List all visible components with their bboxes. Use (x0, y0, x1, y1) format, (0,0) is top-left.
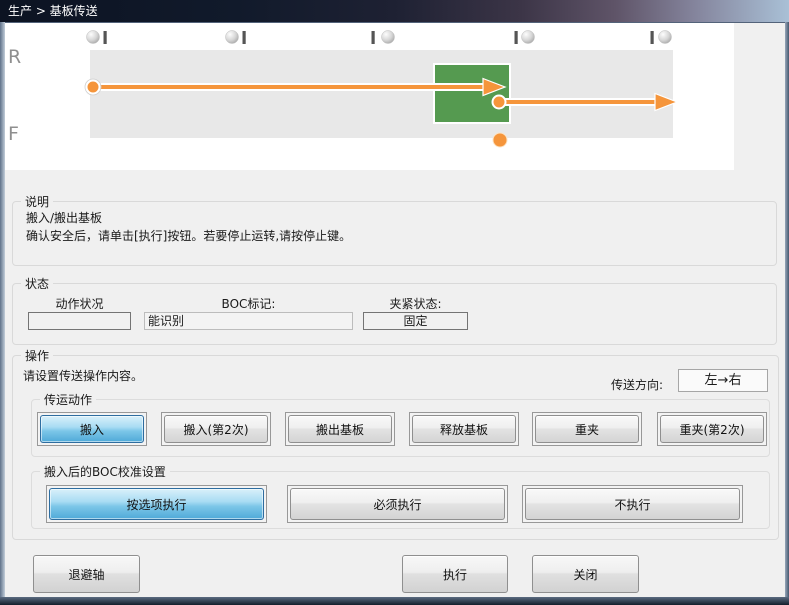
conveyor-diagram: R F (5, 23, 734, 170)
retract-axis-button[interactable]: 退避轴 (33, 555, 140, 593)
no-execute-button[interactable]: 不执行 (525, 488, 740, 520)
no-execute-button-frame: 不执行 (522, 485, 743, 523)
window-bottom-border (0, 597, 789, 605)
must-execute-button[interactable]: 必须执行 (290, 488, 505, 520)
carry-out-board-button-frame: 搬出基板 (285, 412, 395, 446)
sensor-pin (103, 31, 107, 44)
arrow-start-dot (491, 94, 507, 110)
sensor-circle (86, 30, 100, 44)
operation-groupbox: 操作 请设置传送操作内容。 传送方向: 左→右 传运动作 搬入 搬入(第2次) … (12, 347, 779, 540)
reclamp-button[interactable]: 重夹 (535, 415, 639, 443)
board-transfer-dialog: 生产 > 基板传送 R F 说明 搬入/搬出基板 确认安全后，请单击[执行]按钮… (0, 0, 789, 605)
description-line-2: 确认安全后，请单击[执行]按钮。若要停止运转,请按停止键。 (26, 229, 352, 243)
release-board-button[interactable]: 释放基板 (412, 415, 516, 443)
arrow-start-dot (85, 79, 101, 95)
board-stop-dot (492, 132, 508, 148)
sensor-pin (514, 31, 518, 44)
boc-calibration-groupbox: 搬入后的BOC校准设置 按选项执行 必须执行 不执行 (31, 463, 770, 529)
sensor-pin (242, 31, 246, 44)
reclamp-2nd-button-frame: 重夹(第2次) (657, 412, 767, 446)
boc-mark-value: 能识别 (144, 312, 353, 330)
carry-in-2nd-button[interactable]: 搬入(第2次) (164, 415, 268, 443)
description-groupbox: 说明 搬入/搬出基板 确认安全后，请单击[执行]按钮。若要停止运转,请按停止键。 (12, 193, 777, 266)
per-option-button-frame: 按选项执行 (46, 485, 267, 523)
transfer-actions-legend: 传运动作 (40, 391, 97, 408)
sensor-circle (381, 30, 395, 44)
action-status-label: 动作状况 (55, 297, 104, 311)
status-groupbox: 状态 动作状况 BOC标记: 能识别 夹紧状态: 固定 (12, 275, 777, 345)
description-line-1: 搬入/搬出基板 (26, 211, 103, 225)
clamp-status-label: 夹紧状态: (389, 297, 442, 311)
conveyor-band (90, 50, 673, 138)
sensor-pin (650, 31, 654, 44)
sensor-circle (521, 30, 535, 44)
operation-instruction: 请设置传送操作内容。 (23, 369, 144, 383)
carry-in-button[interactable]: 搬入 (40, 415, 144, 443)
sensor-circle (658, 30, 672, 44)
operation-legend: 操作 (21, 347, 54, 364)
direction-value: 左→右 (678, 369, 768, 392)
reclamp-button-frame: 重夹 (532, 412, 642, 446)
status-legend: 状态 (21, 275, 54, 292)
action-status-value (28, 312, 131, 330)
rear-label: R (8, 46, 21, 68)
transfer-actions-groupbox: 传运动作 搬入 搬入(第2次) 搬出基板 释放基板 重夹 重夹(第2次) (31, 391, 770, 457)
board-rect (433, 63, 511, 124)
clamp-status-value: 固定 (363, 312, 468, 330)
release-board-button-frame: 释放基板 (409, 412, 519, 446)
carry-in-button-frame: 搬入 (37, 412, 147, 446)
carry-in-2nd-button-frame: 搬入(第2次) (161, 412, 271, 446)
execute-button[interactable]: 执行 (402, 555, 508, 593)
front-label: F (8, 123, 19, 145)
sensor-circle (225, 30, 239, 44)
sensor-pin (371, 31, 375, 44)
direction-label: 传送方向: (611, 378, 664, 392)
breadcrumb: 生产 > 基板传送 (8, 4, 98, 18)
carry-out-board-button[interactable]: 搬出基板 (288, 415, 392, 443)
per-option-button[interactable]: 按选项执行 (49, 488, 264, 520)
boc-calibration-legend: 搬入后的BOC校准设置 (40, 463, 170, 480)
titlebar: 生产 > 基板传送 (0, 0, 789, 22)
reclamp-2nd-button[interactable]: 重夹(第2次) (660, 415, 764, 443)
close-button[interactable]: 关闭 (532, 555, 639, 593)
must-execute-button-frame: 必须执行 (287, 485, 508, 523)
boc-mark-label: BOC标记: (221, 297, 276, 311)
description-legend: 说明 (21, 193, 54, 210)
